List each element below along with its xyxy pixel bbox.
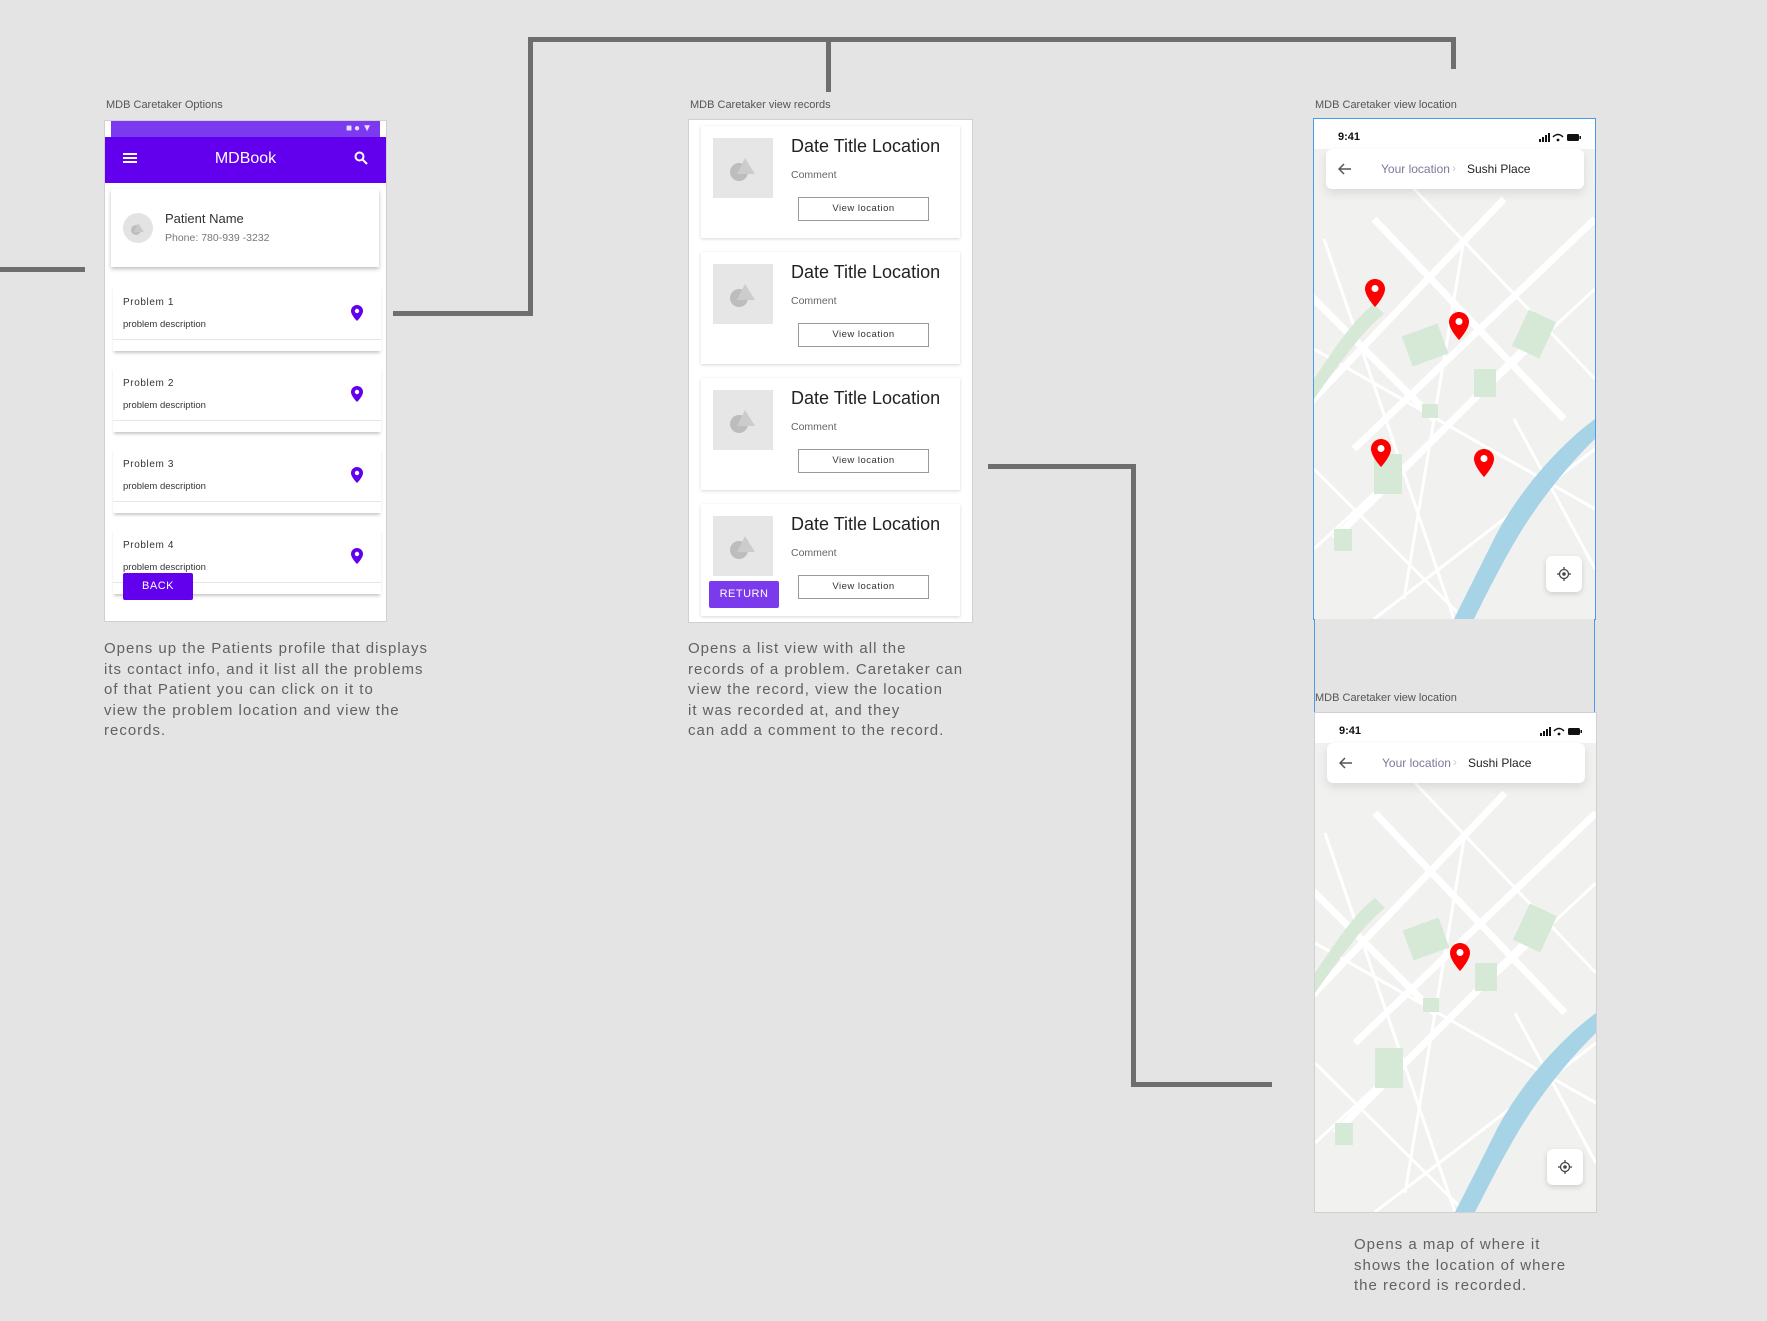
patient-name: Patient Name <box>165 211 244 226</box>
back-button[interactable]: BACK <box>123 573 193 600</box>
record-comment[interactable]: Comment <box>791 169 837 181</box>
record-title: Date Title Location <box>791 262 941 282</box>
route-origin[interactable]: Your location <box>1381 162 1450 176</box>
signal-battery-icon <box>1540 724 1582 742</box>
signal-battery-icon <box>1539 130 1581 148</box>
frame-label-options: MDB Caretaker Options <box>106 99 223 111</box>
app-bar: MDBook <box>105 137 386 183</box>
divider <box>113 420 381 421</box>
status-time: 9:41 <box>1339 725 1362 737</box>
record-comment[interactable]: Comment <box>791 547 837 559</box>
patient-phone: Phone: 780-939 -3232 <box>165 232 270 244</box>
ios-status-bar: 9:41 <box>1314 119 1595 149</box>
view-location-button[interactable]: View location <box>798 323 929 347</box>
location-marker-icon[interactable] <box>1365 279 1385 312</box>
image-placeholder-icon <box>713 390 773 450</box>
problem-description: problem description <box>123 481 206 492</box>
connector-line <box>393 311 533 316</box>
location-pin-icon[interactable] <box>351 305 363 326</box>
record-comment[interactable]: Comment <box>791 421 837 433</box>
chevron-right-icon: › <box>1452 161 1456 175</box>
record-card[interactable]: Date Title Location Comment View locatio… <box>701 126 960 238</box>
caretaker-options-screen: ■●▼ MDBook Patient Name Phone: 780-939 -… <box>104 120 387 622</box>
route-bar: Your location › Sushi Place <box>1327 743 1585 783</box>
locate-button[interactable] <box>1546 556 1582 592</box>
view-location-button[interactable]: View location <box>798 575 929 599</box>
problem-description: problem description <box>123 562 206 573</box>
locate-icon <box>1557 567 1571 586</box>
problem-name: Problem 3 <box>123 459 174 470</box>
problem-item[interactable]: Problem 3 problem description <box>113 447 381 513</box>
image-placeholder-icon <box>713 138 773 198</box>
connector-line <box>1451 37 1456 69</box>
location-marker-icon[interactable] <box>1474 449 1494 482</box>
record-title: Date Title Location <box>791 514 941 534</box>
connector-line <box>826 37 831 92</box>
image-placeholder-icon <box>713 264 773 324</box>
connector-line <box>0 267 85 272</box>
location-pin-icon[interactable] <box>351 467 363 488</box>
record-comment[interactable]: Comment <box>791 295 837 307</box>
ios-status-bar: 9:41 <box>1315 713 1596 743</box>
problem-description: problem description <box>123 400 206 411</box>
frame-label-location-all: MDB Caretaker view location <box>1315 99 1457 111</box>
problem-name: Problem 1 <box>123 297 174 308</box>
location-pin-icon[interactable] <box>351 548 363 569</box>
route-bar: Your location › Sushi Place <box>1326 149 1584 189</box>
connector-line <box>1131 1082 1272 1087</box>
route-destination[interactable]: Sushi Place <box>1467 162 1530 176</box>
record-title: Date Title Location <box>791 388 941 408</box>
problem-item[interactable]: Problem 2 problem description <box>113 366 381 432</box>
location-map-all-screen: 9:41 Your location › Sushi Place <box>1313 118 1596 620</box>
image-placeholder-icon <box>713 516 773 576</box>
chevron-right-icon: › <box>1453 755 1457 769</box>
route-origin[interactable]: Your location <box>1382 756 1451 770</box>
view-location-button[interactable]: View location <box>798 197 929 221</box>
map-canvas[interactable] <box>1314 119 1595 619</box>
status-time: 9:41 <box>1338 131 1361 143</box>
record-card[interactable]: Date Title Location Comment View locatio… <box>701 252 960 364</box>
connector-line <box>988 464 1136 469</box>
status-bar: ■●▼ <box>111 121 380 137</box>
view-location-button[interactable]: View location <box>798 449 929 473</box>
frame-label-location-single: MDB Caretaker view location <box>1315 692 1457 704</box>
record-card[interactable]: Date Title Location Comment View locatio… <box>701 378 960 490</box>
connector-line <box>528 37 533 316</box>
connector-line <box>1131 464 1136 1087</box>
options-description: Opens up the Patients profile that displ… <box>104 640 429 739</box>
back-arrow-icon[interactable] <box>1338 756 1353 774</box>
connector-line <box>528 37 1456 42</box>
avatar-placeholder-icon <box>123 213 153 243</box>
location-marker-icon[interactable] <box>1371 439 1391 472</box>
location-pin-icon[interactable] <box>351 386 363 407</box>
caretaker-records-screen: Date Title Location Comment View locatio… <box>688 119 973 623</box>
problem-item[interactable]: Problem 1 problem description <box>113 285 381 351</box>
divider <box>113 501 381 502</box>
route-destination[interactable]: Sushi Place <box>1468 756 1531 770</box>
divider <box>113 339 381 340</box>
app-title: MDBook <box>214 150 277 167</box>
return-button[interactable]: RETURN <box>709 581 779 608</box>
locate-button[interactable] <box>1547 1149 1583 1185</box>
problem-description: problem description <box>123 319 206 330</box>
back-arrow-icon[interactable] <box>1337 162 1352 180</box>
problem-name: Problem 2 <box>123 378 174 389</box>
status-icons: ■●▼ <box>346 123 374 134</box>
record-title: Date Title Location <box>791 136 941 156</box>
location-marker-icon[interactable] <box>1449 312 1469 345</box>
locate-icon <box>1558 1160 1572 1179</box>
search-icon[interactable] <box>354 151 368 170</box>
location-marker-icon[interactable] <box>1450 943 1470 976</box>
patient-card[interactable]: Patient Name Phone: 780-939 -3232 <box>111 189 379 267</box>
location-description: Opens a map of where it shows the locati… <box>1354 1236 1567 1294</box>
records-description: Opens a list view with all the records o… <box>688 640 964 739</box>
location-map-single-screen: 9:41 Your location › Sushi Place <box>1314 712 1597 1213</box>
frame-label-records: MDB Caretaker view records <box>690 99 831 111</box>
problem-name: Problem 4 <box>123 540 174 551</box>
